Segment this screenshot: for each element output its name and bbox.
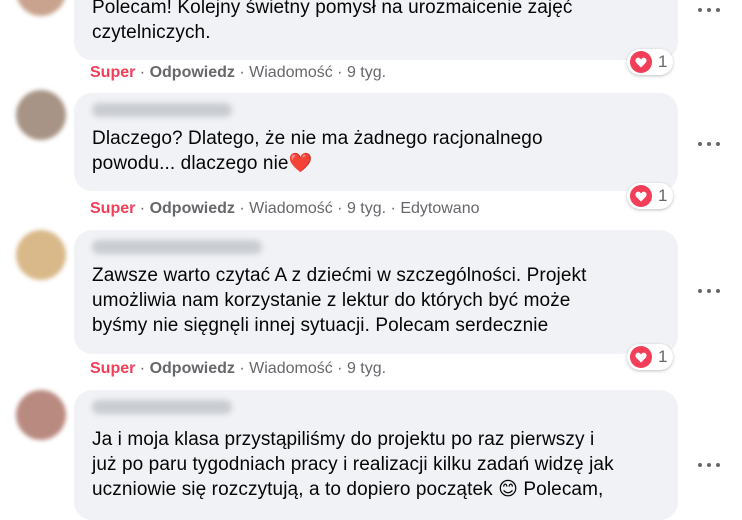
author-name-blurred xyxy=(92,400,232,414)
separator: · xyxy=(239,360,245,377)
comment-text: Zawsze warto czytać A z dziećmi w szczeg… xyxy=(92,265,587,336)
reaction-count-label: 1 xyxy=(658,347,668,366)
avatar[interactable] xyxy=(16,230,66,280)
author-name-blurred xyxy=(92,103,232,117)
timestamp[interactable]: 9 tyg. xyxy=(347,64,386,81)
edited-label[interactable]: Edytowano xyxy=(400,200,479,217)
more-options-icon[interactable] xyxy=(694,458,724,472)
separator: · xyxy=(337,64,343,81)
reaction-count-label: 1 xyxy=(658,186,668,205)
reaction-super-link[interactable]: Super xyxy=(90,360,135,377)
reaction-count[interactable]: 1 xyxy=(627,183,674,209)
avatar[interactable] xyxy=(16,0,66,16)
separator: · xyxy=(139,200,146,217)
message-link[interactable]: Wiadomość xyxy=(249,64,333,81)
message-link[interactable]: Wiadomość xyxy=(249,200,333,217)
avatar[interactable] xyxy=(16,90,66,140)
timestamp[interactable]: 9 tyg. xyxy=(347,200,386,217)
author-name-blurred xyxy=(92,240,262,254)
message-link[interactable]: Wiadomość xyxy=(249,360,333,377)
more-options-icon[interactable] xyxy=(694,284,724,298)
more-options-icon[interactable] xyxy=(694,3,724,17)
reaction-count[interactable]: 1 xyxy=(627,49,674,75)
avatar[interactable] xyxy=(16,390,66,440)
comment-text: Ja i moja klasa przystąpiliśmy do projek… xyxy=(92,429,614,500)
reaction-count[interactable]: 1 xyxy=(627,344,674,370)
reaction-count-label: 1 xyxy=(658,52,668,71)
reply-link[interactable]: Odpowiedz xyxy=(150,360,235,377)
comment-bubble: Dlaczego? Dlatego, że nie ma żadnego rac… xyxy=(74,93,678,191)
separator: · xyxy=(337,360,343,377)
love-icon xyxy=(630,185,652,207)
comment-actions: Super · Odpowiedz · Wiadomość · 9 tyg. ·… xyxy=(90,200,480,218)
reaction-super-link[interactable]: Super xyxy=(90,200,135,217)
love-icon xyxy=(630,346,652,368)
comment-bubble: Zawsze warto czytać A z dziećmi w szczeg… xyxy=(74,230,678,354)
comment-actions: Super · Odpowiedz · Wiadomość · 9 tyg. xyxy=(90,64,386,82)
heart-emoji-icon: ❤️ xyxy=(288,153,313,174)
separator: · xyxy=(239,64,245,81)
comment-bubble: Ja i moja klasa przystąpiliśmy do projek… xyxy=(74,390,678,520)
comment-actions: Super · Odpowiedz · Wiadomość · 9 tyg. xyxy=(90,360,386,378)
more-options-icon[interactable] xyxy=(694,137,724,151)
reply-link[interactable]: Odpowiedz xyxy=(150,64,235,81)
comment-bubble: Polecam! Kolejny świetny pomysł na urozm… xyxy=(74,0,678,60)
timestamp[interactable]: 9 tyg. xyxy=(347,360,386,377)
love-icon xyxy=(630,51,652,73)
separator: · xyxy=(139,360,146,377)
comment-text-body: Dlaczego? Dlatego, że nie ma żadnego rac… xyxy=(92,128,543,174)
separator: · xyxy=(337,200,343,217)
separator: · xyxy=(239,200,245,217)
reaction-super-link[interactable]: Super xyxy=(90,64,135,81)
separator: · xyxy=(390,200,396,217)
comment-text: Dlaczego? Dlatego, że nie ma żadnego rac… xyxy=(92,126,543,176)
reply-link[interactable]: Odpowiedz xyxy=(150,200,235,217)
comment-text: Polecam! Kolejny świetny pomysł na urozm… xyxy=(92,0,573,43)
separator: · xyxy=(139,64,146,81)
